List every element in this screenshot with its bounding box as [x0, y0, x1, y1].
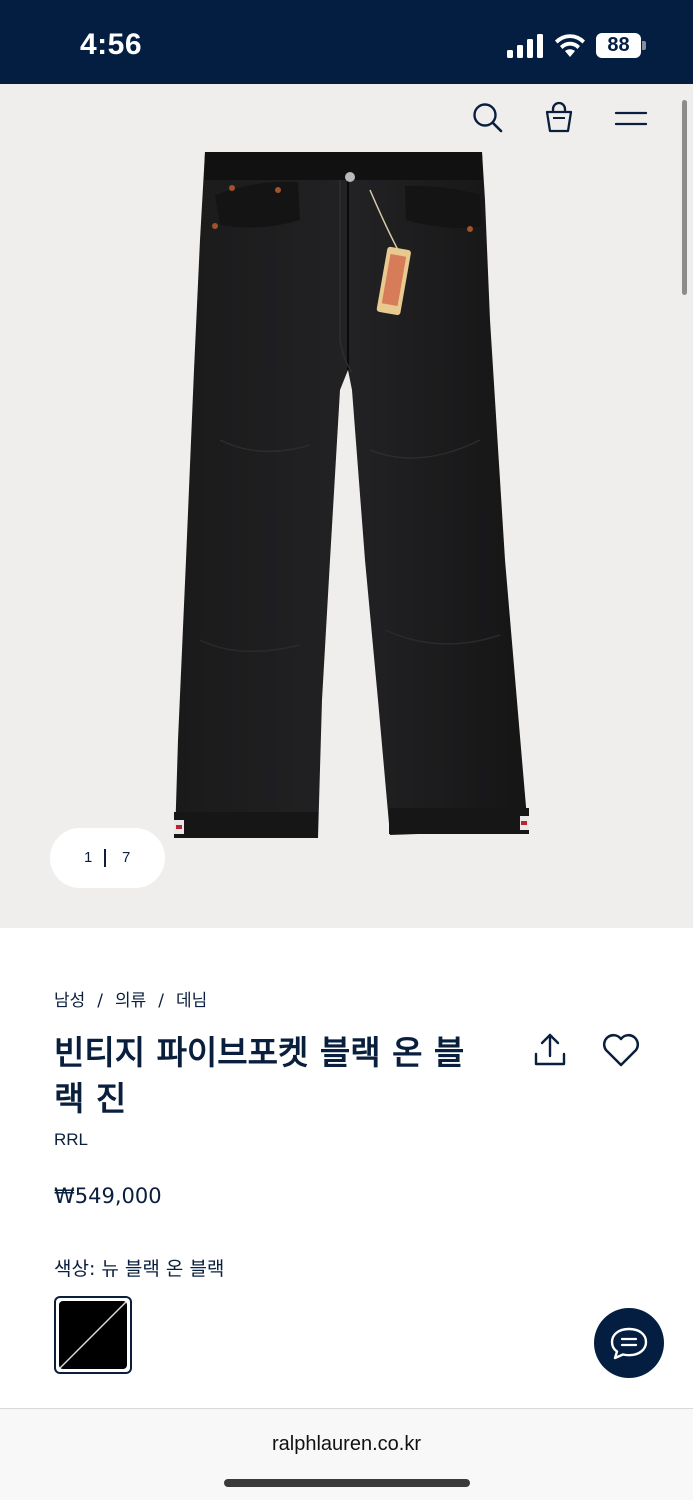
- swatch-fill: [59, 1301, 127, 1369]
- signal-icon: [507, 34, 543, 58]
- search-icon[interactable]: [468, 98, 508, 138]
- battery-level: 88: [607, 34, 630, 56]
- breadcrumb-separator: /: [158, 991, 165, 1011]
- chat-bubble-icon: [610, 1327, 648, 1360]
- menu-icon[interactable]: [611, 98, 651, 138]
- wifi-icon: [555, 34, 585, 57]
- pager-total: 7: [122, 849, 131, 866]
- breadcrumb: 남성 / 의류 / 데님: [54, 986, 207, 1011]
- breadcrumb-separator: /: [97, 991, 104, 1011]
- pager-current: 1: [84, 849, 93, 866]
- status-bar: 4:56 88: [0, 0, 693, 84]
- product-image-black-jeans[interactable]: [160, 140, 540, 850]
- heart-icon[interactable]: [600, 1030, 642, 1070]
- swatch-diagonal: [59, 1301, 127, 1369]
- product-title: 빈티지 파이브포켓 블랙 온 블랙 진: [54, 1033, 465, 1118]
- browser-url-bar[interactable]: ralphlauren.co.kr: [0, 1408, 693, 1500]
- color-swatch-new-black-on-black[interactable]: [54, 1296, 132, 1374]
- chat-button[interactable]: [594, 1308, 664, 1378]
- color-label: 색상: 뉴 블랙 온 블랙: [54, 1258, 225, 1280]
- home-indicator[interactable]: [224, 1479, 470, 1487]
- battery-tip: [642, 41, 646, 50]
- status-time: 4:56: [80, 28, 143, 61]
- breadcrumb-item-men[interactable]: 남성: [54, 991, 85, 1011]
- breadcrumb-item-denim[interactable]: 데님: [176, 991, 207, 1011]
- share-icon[interactable]: [530, 1030, 570, 1070]
- scrollbar[interactable]: [682, 100, 687, 295]
- product-price: ₩549,000: [54, 1184, 162, 1208]
- battery-icon: 88: [596, 33, 646, 58]
- breadcrumb-item-clothing[interactable]: 의류: [115, 991, 146, 1011]
- gallery-pager[interactable]: 1 7: [50, 828, 165, 888]
- shopping-bag-icon[interactable]: [539, 98, 579, 138]
- url-text[interactable]: ralphlauren.co.kr: [0, 1433, 693, 1456]
- product-brand: RRL: [54, 1130, 89, 1149]
- pager-divider: [104, 849, 106, 867]
